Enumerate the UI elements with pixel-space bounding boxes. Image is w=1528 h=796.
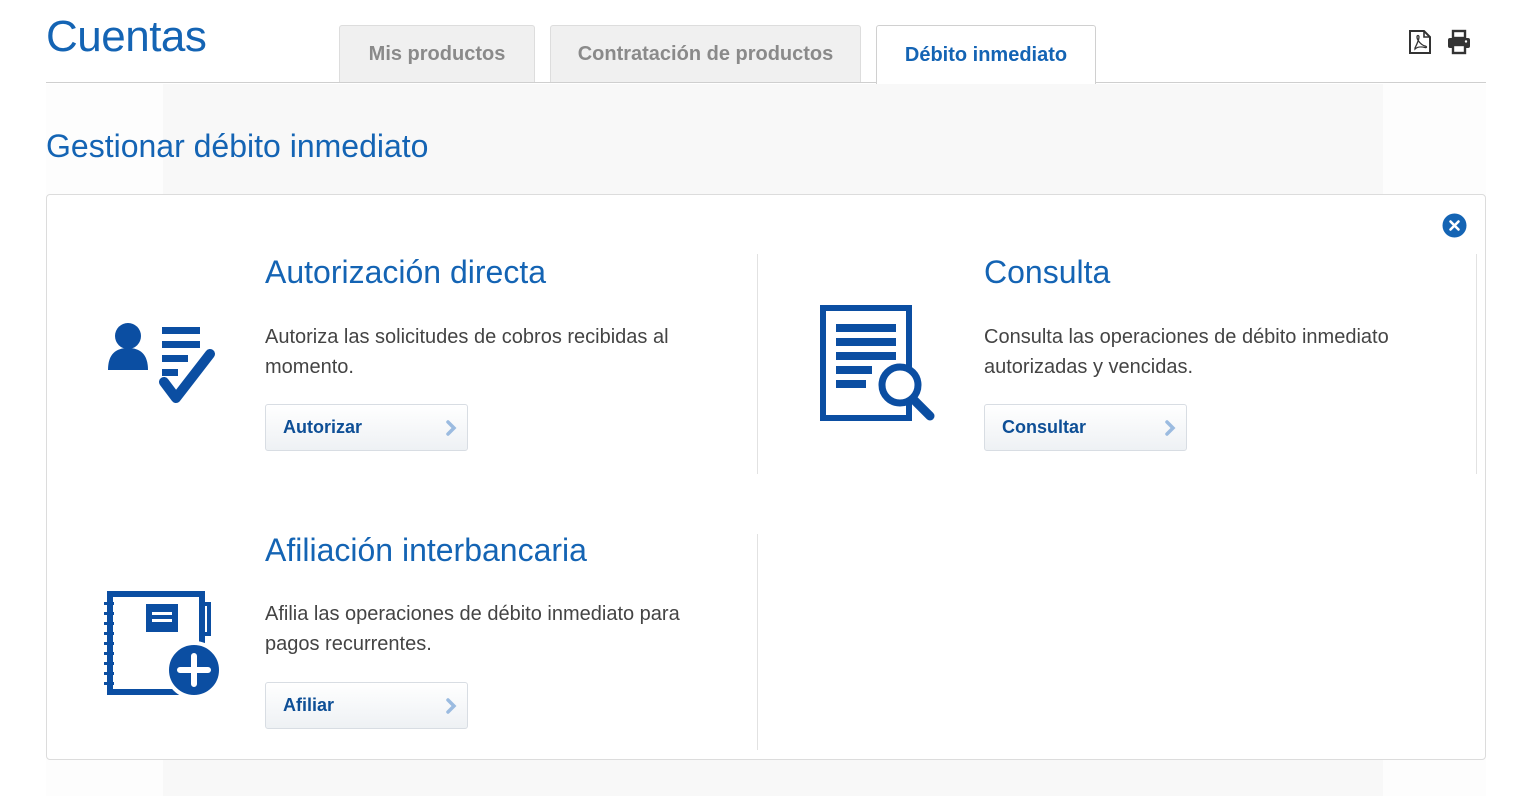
card-title-consulta: Consulta [984,254,1111,290]
section-title: Gestionar débito inmediato [46,128,429,164]
desc-line: Afilia las operaciones de débito inmedia… [265,603,680,625]
column-divider-right [1476,254,1477,474]
tab-mis-productos[interactable]: Mis productos [339,25,535,82]
tab-debito-inmediato[interactable]: Débito inmediato [876,25,1096,84]
options-panel [46,194,1486,760]
card-desc-autorizacion: Autoriza las solicitudes de cobros recib… [265,322,715,382]
column-divider [757,254,758,474]
button-label: Consultar [1002,417,1087,437]
pdf-icon[interactable] [1406,28,1434,56]
autorizar-button[interactable]: Autorizar [265,404,468,451]
print-icon[interactable] [1445,28,1473,56]
card-title-autorizacion: Autorización directa [265,254,547,290]
tab-label: Débito inmediato [904,43,1068,66]
card-desc-afiliacion: Afilia las operaciones de débito inmedia… [265,599,715,659]
consultar-button[interactable]: Consultar [984,404,1187,451]
tab-contratacion-productos[interactable]: Contratación de productos [550,25,861,82]
desc-line: pagos recurrentes. [265,633,432,655]
chevron-right-icon [1165,420,1176,436]
desc-line: Autoriza las solicitudes de cobros recib… [265,326,669,348]
page-title: Cuentas [46,12,207,61]
document-search-icon [820,305,940,430]
button-label: Autorizar [283,417,363,437]
card-desc-consulta: Consulta las operaciones de débito inmed… [984,322,1434,382]
close-icon[interactable] [1442,213,1467,238]
chevron-right-icon [446,420,457,436]
desc-line: Consulta las operaciones de débito inmed… [984,326,1389,348]
card-title-afiliacion: Afiliación interbancaria [265,532,587,568]
column-divider-lower [757,534,758,750]
desc-line: autorizadas y vencidas. [984,356,1194,378]
afiliar-button[interactable]: Afiliar [265,682,468,729]
tab-label: Mis productos [368,42,506,65]
button-label: Afiliar [283,695,335,715]
notebook-add-icon [102,590,223,705]
tab-label: Contratación de productos [577,42,834,65]
user-checklist-icon [106,320,216,413]
chevron-right-icon [446,698,457,714]
desc-line: momento. [265,356,354,378]
header-divider [46,82,1486,83]
